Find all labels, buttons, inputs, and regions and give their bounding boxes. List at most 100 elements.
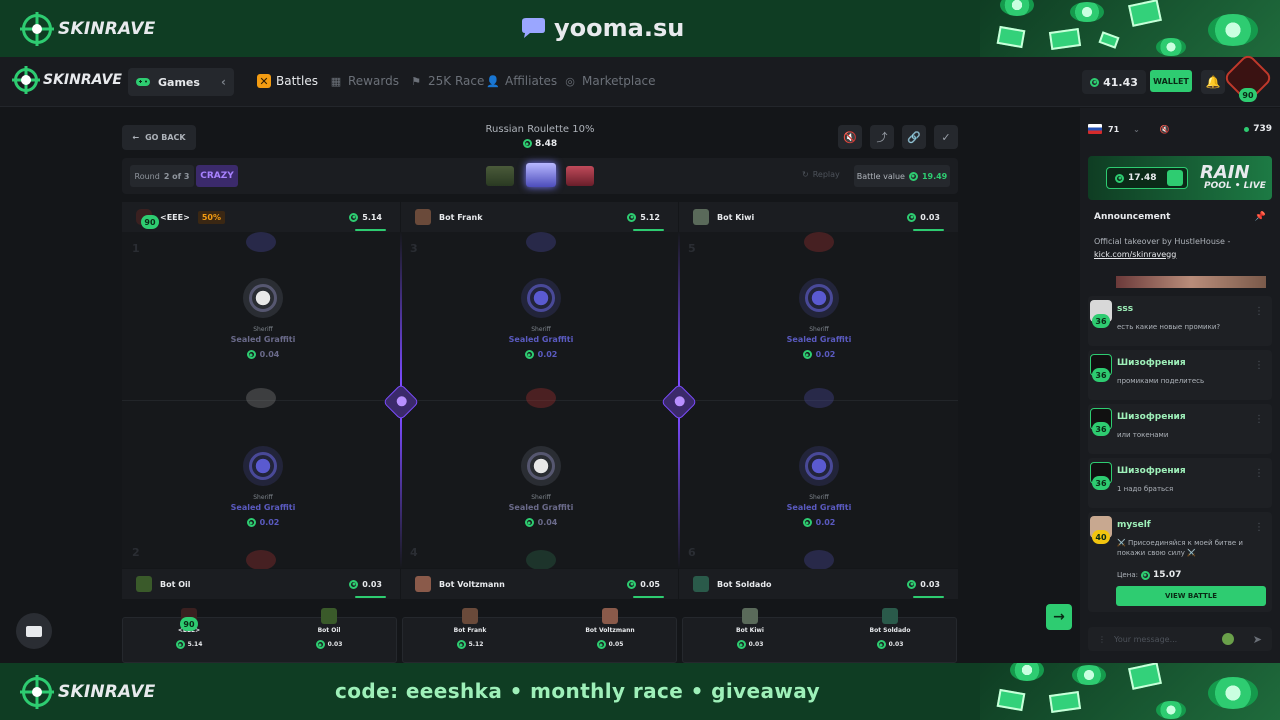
nav-item-rewards[interactable]: ▦ Rewards xyxy=(329,74,399,88)
win-chance-badge: 50% xyxy=(197,210,225,224)
next-arrow-button[interactable]: → xyxy=(1046,604,1072,630)
nav-item-battles[interactable]: ✕ Battles xyxy=(257,74,318,88)
chat-message-input[interactable]: ⋮ Your message... ➤ xyxy=(1088,627,1272,651)
shield-icon[interactable]: ✓ xyxy=(934,125,958,149)
go-back-button[interactable]: ← GO BACK xyxy=(122,125,196,150)
summary-player: Bot Soldado 0.03 xyxy=(850,608,930,649)
user-level-badge: 36 xyxy=(1092,314,1110,328)
case-2-active[interactable] xyxy=(526,163,556,187)
nav-logo[interactable]: SKINRAVE xyxy=(14,68,122,92)
player-value: 0.03 xyxy=(907,579,944,598)
gamepad-icon xyxy=(136,78,150,86)
coin-icon xyxy=(1090,77,1100,87)
user-level-badge: 36 xyxy=(1092,368,1110,382)
summary-player: Bot Kiwi 0.03 xyxy=(710,608,790,649)
replay-icon: ↻ xyxy=(802,170,809,179)
player-value: 5.12 xyxy=(627,212,664,231)
coin-icon xyxy=(1140,570,1150,580)
item-card: Sheriff Sealed Graffiti 0.02 xyxy=(759,446,879,527)
battle-value: Battle value 19.49 xyxy=(854,165,950,187)
replay-button[interactable]: ↻ Replay xyxy=(802,170,840,179)
coin-icon xyxy=(907,212,917,222)
chat-username[interactable]: Шизофрения xyxy=(1117,358,1186,368)
avatar[interactable] xyxy=(693,576,709,592)
graffiti-icon xyxy=(799,278,839,318)
battle-grid: 1 Sheriff Sealed Graffiti 0.04 Sheriff S… xyxy=(122,232,958,570)
battle-column-1: 1 Sheriff Sealed Graffiti 0.04 Sheriff S… xyxy=(122,232,400,570)
chat-username[interactable]: Шизофрения xyxy=(1117,412,1186,422)
view-battle-button[interactable]: VIEW BATTLE xyxy=(1116,586,1266,606)
more-options-icon[interactable]: ⋮ xyxy=(1254,360,1264,371)
round-indicator: Round 2 of 3 xyxy=(130,165,194,187)
chat-message: 36 sss есть какие новые промики? ⋮ xyxy=(1088,296,1272,346)
avatar[interactable] xyxy=(602,608,618,624)
pin-icon: 📌 xyxy=(1254,212,1266,222)
user-level-badge: 40 xyxy=(1092,530,1110,544)
avatar[interactable] xyxy=(136,576,152,592)
coins-decoration xyxy=(980,663,1280,720)
top-nav: SKINRAVE Games ‹ ✕ Battles ▦ Rewards ⚑ 2… xyxy=(0,57,1280,107)
avatar[interactable] xyxy=(415,209,431,225)
emoji-icon[interactable] xyxy=(1222,633,1234,645)
coin-icon xyxy=(1115,173,1124,183)
player-value: 0.03 xyxy=(349,579,386,598)
balance-display[interactable]: 41.43 xyxy=(1082,70,1146,94)
more-options-icon[interactable]: ⋮ xyxy=(1254,306,1264,317)
user-level-badge: 36 xyxy=(1092,422,1110,436)
avatar[interactable] xyxy=(742,608,758,624)
chevron-down-icon: ⌄ xyxy=(1133,124,1140,134)
language-selector[interactable]: 71 ⌄ 🔇 xyxy=(1088,118,1170,140)
chat-toggle-icon[interactable] xyxy=(16,613,52,649)
share-icon[interactable]: ⤴ xyxy=(870,125,894,149)
notifications-bell-icon[interactable]: 🔔 xyxy=(1201,70,1225,94)
link-icon[interactable]: 🔗 xyxy=(902,125,926,149)
russia-flag-icon xyxy=(1088,124,1102,134)
avatar[interactable] xyxy=(693,209,709,225)
announcement-link[interactable]: kick.com/skinravegg xyxy=(1094,250,1176,259)
rain-pool-banner[interactable]: 17.48 RAIN POOL • LIVE xyxy=(1088,156,1272,200)
online-count: 739 xyxy=(1244,124,1272,134)
games-menu-button[interactable]: Games ‹ xyxy=(128,68,234,96)
coin-icon xyxy=(627,579,637,589)
chat-username[interactable]: Шизофрения xyxy=(1117,466,1186,476)
nav-item-affiliates[interactable]: 👤 Affiliates xyxy=(486,74,557,88)
coin-icon xyxy=(627,212,637,222)
chevron-left-icon: ‹ xyxy=(221,75,226,89)
arrow-left-icon: ← xyxy=(132,133,140,142)
more-options-icon[interactable]: ⋮ xyxy=(1098,635,1106,644)
avatar[interactable] xyxy=(415,576,431,592)
nav-item-race[interactable]: ⚑ 25K Race xyxy=(409,74,484,88)
coin-icon xyxy=(802,518,812,527)
announcement-image xyxy=(1116,276,1266,288)
coin-icon xyxy=(596,640,606,649)
case-1[interactable] xyxy=(486,166,514,186)
mute-sound-icon[interactable]: 🔇 xyxy=(838,125,862,149)
avatar[interactable] xyxy=(321,608,337,624)
chat-username[interactable]: sss xyxy=(1117,304,1133,314)
summary-team-1: <EEE> 5.14 Bot Oil 0.03 xyxy=(122,608,397,663)
avatar[interactable] xyxy=(462,608,478,624)
coin-icon xyxy=(736,640,746,649)
wallet-button[interactable]: WALLET xyxy=(1150,70,1192,92)
nav-item-marketplace[interactable]: ◎ Marketplace xyxy=(563,74,655,88)
player-bar-6: Bot Soldado 0.03 xyxy=(679,569,958,599)
summary-player: Bot Frank 5.12 xyxy=(430,608,510,649)
more-options-icon[interactable]: ⋮ xyxy=(1254,468,1264,479)
battle-column-3: 5 Sheriff Sealed Graffiti 0.02 Sheriff S… xyxy=(679,232,957,570)
battle-mode-title: Russian Roulette 10% xyxy=(485,124,595,135)
mute-chat-icon[interactable]: 🔇 xyxy=(1160,125,1170,134)
avatar[interactable] xyxy=(882,608,898,624)
chat-message: 36 Шизофрения 1 надо браться ⋮ xyxy=(1088,458,1272,508)
case-3[interactable] xyxy=(566,166,594,186)
player-level-badge: 90 xyxy=(180,617,198,631)
send-icon[interactable]: ➤ xyxy=(1253,633,1262,646)
chat-username[interactable]: myself xyxy=(1117,520,1151,530)
player-bar-2: Bot Frank 5.12 xyxy=(401,202,678,232)
user-level-badge: 36 xyxy=(1092,476,1110,490)
coin-icon xyxy=(349,212,359,222)
rain-amount: 17.48 xyxy=(1106,167,1188,189)
player-bar-3: Bot Kiwi 0.03 xyxy=(679,202,958,232)
more-options-icon[interactable]: ⋮ xyxy=(1254,414,1264,425)
more-options-icon[interactable]: ⋮ xyxy=(1254,522,1264,533)
round-bar: Round 2 of 3 CRAZY ↻ Replay Battle value… xyxy=(122,158,958,194)
